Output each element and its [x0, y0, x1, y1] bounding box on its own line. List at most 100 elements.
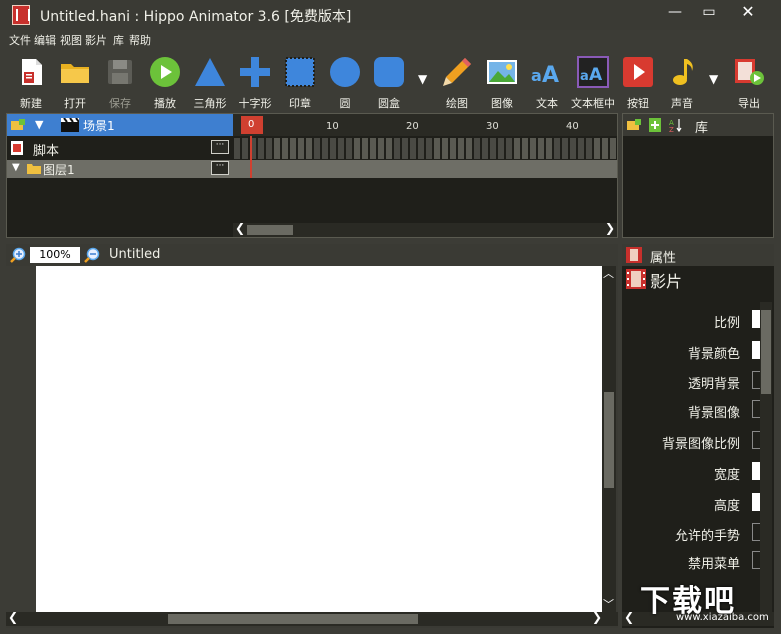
tool-sound-button[interactable]: 声音	[660, 50, 704, 112]
frame-cell[interactable]	[426, 138, 432, 159]
menu-file[interactable]: 文件	[9, 32, 31, 48]
frame-cell[interactable]	[594, 138, 600, 159]
frame-cell[interactable]	[306, 138, 312, 159]
frame-cell[interactable]	[474, 138, 480, 159]
zoom-in-icon[interactable]	[10, 247, 26, 263]
scroll-left-icon[interactable]: ❮	[235, 221, 245, 235]
scrollbar-thumb[interactable]	[168, 614, 418, 624]
script-options-button[interactable]: ···	[211, 140, 229, 154]
tool-stamp-button[interactable]: 印章	[278, 50, 322, 112]
scrollbar-thumb[interactable]	[604, 392, 614, 488]
frame-cell[interactable]	[338, 138, 344, 159]
menu-edit[interactable]: 编辑	[34, 32, 56, 48]
menu-movie[interactable]: 影片	[85, 32, 107, 48]
timeline-horizontal-scrollbar[interactable]: ❮ ❯	[233, 221, 617, 237]
frame-cell[interactable]	[330, 138, 336, 159]
add-item-icon[interactable]	[649, 118, 661, 132]
menu-library[interactable]: 库	[113, 32, 124, 48]
frame-cell[interactable]	[586, 138, 592, 159]
frame-cell[interactable]	[234, 138, 240, 159]
frame-cell[interactable]	[418, 138, 424, 159]
scroll-left-icon[interactable]: ❮	[8, 610, 18, 624]
scrollbar-thumb[interactable]	[761, 310, 771, 394]
frame-cell[interactable]	[362, 138, 368, 159]
frame-cell[interactable]	[410, 138, 416, 159]
frame-cell[interactable]	[402, 138, 408, 159]
maximize-button[interactable]: ▭	[694, 2, 724, 24]
scroll-up-icon[interactable]: ︿	[603, 265, 614, 281]
frame-cell[interactable]	[378, 138, 384, 159]
frame-cell[interactable]	[570, 138, 576, 159]
minimize-button[interactable]: —	[660, 2, 690, 24]
layer-options-button[interactable]: ···	[211, 161, 229, 175]
frame-cell[interactable]	[346, 138, 352, 159]
scroll-right-icon[interactable]: ❯	[605, 221, 615, 235]
layer-row[interactable]: ▼ 图层1 ···	[7, 160, 233, 178]
frame-cell[interactable]	[578, 138, 584, 159]
frame-cell[interactable]	[314, 138, 320, 159]
frame-cell[interactable]	[498, 138, 504, 159]
frame-cell[interactable]	[290, 138, 296, 159]
frame-cell[interactable]	[242, 138, 248, 159]
frame-cell[interactable]	[442, 138, 448, 159]
frame-cell[interactable]	[490, 138, 496, 159]
scroll-down-icon[interactable]: ﹀	[603, 596, 614, 612]
frame-cell[interactable]	[514, 138, 520, 159]
frame-cell[interactable]	[506, 138, 512, 159]
scroll-right-icon[interactable]: ❯	[592, 610, 602, 624]
frame-cell[interactable]	[370, 138, 376, 159]
playhead-marker[interactable]: 0	[241, 116, 263, 134]
frame-cell[interactable]	[450, 138, 456, 159]
frame-cell[interactable]	[482, 138, 488, 159]
tool-text-button[interactable]: a A 文本	[525, 50, 569, 112]
canvas-vertical-scrollbar[interactable]: ︿ ﹀	[602, 266, 616, 612]
tool-save-button[interactable]: 保存	[98, 50, 142, 112]
scene-header[interactable]: ▼ 场景1	[7, 114, 233, 136]
frame-cell[interactable]	[394, 138, 400, 159]
close-button[interactable]: ✕	[730, 2, 766, 24]
zoom-level-field[interactable]: 100%	[30, 247, 80, 263]
tool-textbox-button[interactable]: a A 文本框中	[571, 50, 615, 112]
frame-cell[interactable]	[258, 138, 264, 159]
media-dropdown-arrow-icon[interactable]: ▼	[709, 72, 723, 88]
frame-cell[interactable]	[522, 138, 528, 159]
frame-cell[interactable]	[298, 138, 304, 159]
sort-icon[interactable]: A Z	[669, 118, 683, 132]
menu-view[interactable]: 视图	[60, 32, 82, 48]
new-folder-icon[interactable]	[627, 119, 641, 131]
canvas-horizontal-scrollbar[interactable]: ❮ ❯	[6, 610, 618, 626]
menu-help[interactable]: 帮助	[129, 32, 151, 48]
frame-cell[interactable]	[610, 138, 616, 159]
tool-draw-button[interactable]: 绘图	[435, 50, 479, 112]
scroll-left-icon[interactable]: ❮	[624, 610, 634, 624]
frame-cell[interactable]	[434, 138, 440, 159]
layer-collapse-arrow-icon[interactable]: ▼	[12, 162, 20, 173]
layer-frames-strip[interactable]	[233, 160, 617, 178]
frame-cell[interactable]	[266, 138, 272, 159]
frame-cell[interactable]	[562, 138, 568, 159]
frame-cell[interactable]	[530, 138, 536, 159]
script-layer-row[interactable]: 脚本 ···	[7, 137, 233, 159]
frame-cell[interactable]	[546, 138, 552, 159]
tool-image-button[interactable]: 图像	[480, 50, 524, 112]
collapse-arrow-icon[interactable]: ▼	[35, 118, 43, 131]
frame-cell[interactable]	[538, 138, 544, 159]
frame-cell[interactable]	[386, 138, 392, 159]
properties-vertical-scrollbar[interactable]	[760, 302, 772, 612]
frame-cell[interactable]	[354, 138, 360, 159]
timeline-ruler[interactable]: 0 10 20 30 40	[233, 114, 617, 136]
tool-cross-button[interactable]: 十字形	[233, 50, 277, 112]
frame-cell[interactable]	[274, 138, 280, 159]
tool-play-button[interactable]: 播放	[143, 50, 187, 112]
frame-cell[interactable]	[554, 138, 560, 159]
frame-cell[interactable]	[466, 138, 472, 159]
tool-triangle-button[interactable]: 三角形	[188, 50, 232, 112]
frame-cell[interactable]	[602, 138, 608, 159]
zoom-out-icon[interactable]	[84, 247, 100, 263]
stage-canvas[interactable]	[36, 266, 602, 612]
frame-cell[interactable]	[322, 138, 328, 159]
frame-cell[interactable]	[458, 138, 464, 159]
scrollbar-thumb[interactable]	[247, 225, 293, 235]
tool-rounded-box-button[interactable]: 圆盒	[367, 50, 411, 112]
tool-export-button[interactable]: 导出	[727, 50, 771, 112]
